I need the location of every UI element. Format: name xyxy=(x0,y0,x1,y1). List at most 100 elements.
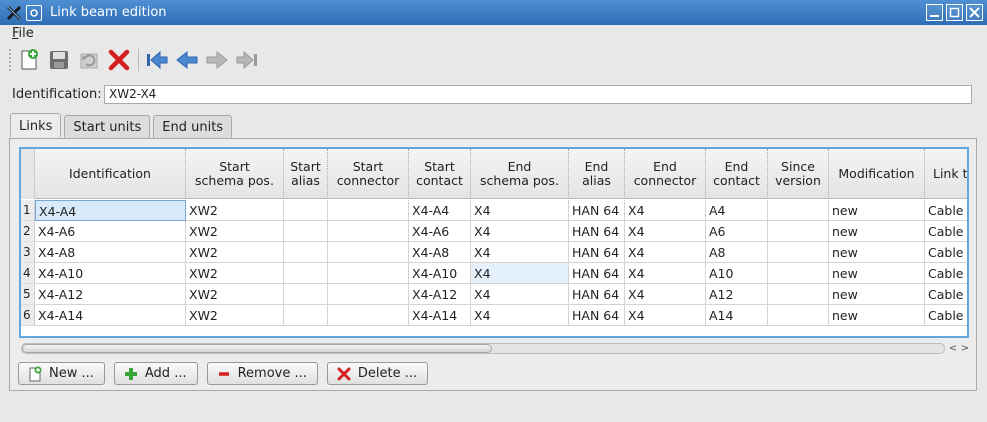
table-cell[interactable]: X4 xyxy=(471,242,569,263)
maximize-button[interactable] xyxy=(946,4,963,21)
table-cell[interactable]: X4 xyxy=(625,200,706,221)
column-header-start-schema-pos[interactable]: Start schema pos. xyxy=(186,149,284,199)
new-document-icon[interactable] xyxy=(16,47,42,73)
table-row[interactable]: 3 X4-A8 XW2 X4-A8 X4 HAN 64 X4 A8 new Ca… xyxy=(21,242,967,263)
table-cell[interactable]: new xyxy=(829,221,925,242)
horizontal-scrollbar[interactable]: < > xyxy=(19,342,971,354)
table-cell[interactable] xyxy=(768,221,829,242)
table-cell[interactable]: Cable I xyxy=(925,221,967,242)
table-cell[interactable]: X4-A10 xyxy=(35,263,186,284)
row-number[interactable]: 6 xyxy=(21,305,35,326)
first-icon[interactable] xyxy=(144,47,170,73)
undo-icon[interactable] xyxy=(76,47,102,73)
previous-icon[interactable] xyxy=(174,47,200,73)
table-cell[interactable] xyxy=(284,305,328,326)
table-cell[interactable]: new xyxy=(829,305,925,326)
row-number[interactable]: 3 xyxy=(21,242,35,263)
last-icon[interactable] xyxy=(234,47,260,73)
table-cell[interactable]: new xyxy=(829,200,925,221)
column-header-end-alias[interactable]: End alias xyxy=(569,149,625,199)
table-cell[interactable]: Cable I xyxy=(925,200,967,221)
column-header-end-contact[interactable]: End contact xyxy=(706,149,768,199)
table-cell[interactable]: A8 xyxy=(706,242,768,263)
remove-button[interactable]: Remove ... xyxy=(206,362,318,385)
table-cell[interactable] xyxy=(328,305,409,326)
table-cell[interactable]: X4-A14 xyxy=(35,305,186,326)
table-cell[interactable]: X4-A14 xyxy=(409,305,471,326)
table-cell[interactable]: X4 xyxy=(625,263,706,284)
table-cell[interactable] xyxy=(284,284,328,305)
new-button[interactable]: New ... xyxy=(18,362,105,385)
table-cell[interactable]: HAN 64 xyxy=(569,221,625,242)
column-header-end-schema-pos[interactable]: End schema pos. xyxy=(471,149,569,199)
table-cell[interactable] xyxy=(284,263,328,284)
table-cell[interactable]: X4 xyxy=(471,263,569,284)
tab-end-units[interactable]: End units xyxy=(153,115,233,138)
add-button[interactable]: Add ... xyxy=(113,362,198,385)
identification-input[interactable]: XW2-X4 xyxy=(104,84,972,104)
toolbar-grip[interactable] xyxy=(8,48,12,72)
table-cell[interactable]: X4 xyxy=(471,284,569,305)
table-cell[interactable] xyxy=(328,263,409,284)
column-header-start-alias[interactable]: Start alias xyxy=(284,149,328,199)
table-cell[interactable] xyxy=(768,284,829,305)
table-cell[interactable]: HAN 64 xyxy=(569,305,625,326)
delete-icon[interactable] xyxy=(106,47,132,73)
table-cell[interactable]: X4 xyxy=(471,200,569,221)
table-cell[interactable]: XW2 xyxy=(186,242,284,263)
window-menu-icon[interactable] xyxy=(26,4,42,21)
table-cell[interactable] xyxy=(284,200,328,221)
table-cell[interactable]: X4-A6 xyxy=(35,221,186,242)
save-icon[interactable] xyxy=(46,47,72,73)
table-cell[interactable] xyxy=(328,242,409,263)
column-header-identification[interactable]: Identification xyxy=(35,149,186,199)
table-cell[interactable]: X4-A12 xyxy=(35,284,186,305)
table-cell[interactable]: A4 xyxy=(706,200,768,221)
links-table[interactable]: Identification Start schema pos. Start a… xyxy=(19,147,969,338)
table-cell[interactable]: XW2 xyxy=(186,200,284,221)
next-icon[interactable] xyxy=(204,47,230,73)
row-number[interactable]: 2 xyxy=(21,221,35,242)
table-cell[interactable] xyxy=(768,242,829,263)
table-cell[interactable]: X4-A10 xyxy=(409,263,471,284)
table-cell[interactable]: Cable I xyxy=(925,305,967,326)
table-cell[interactable]: Cable I xyxy=(925,242,967,263)
table-cell[interactable] xyxy=(768,263,829,284)
table-row[interactable]: 6 X4-A14 XW2 X4-A14 X4 HAN 64 X4 A14 new… xyxy=(21,305,967,326)
table-cell[interactable]: Cable I xyxy=(925,284,967,305)
menu-file[interactable]: File xyxy=(12,25,34,43)
table-cell[interactable]: XW2 xyxy=(186,305,284,326)
table-cell[interactable] xyxy=(328,200,409,221)
row-number[interactable]: 1 xyxy=(21,200,35,221)
table-cell[interactable]: A12 xyxy=(706,284,768,305)
table-cell[interactable]: A6 xyxy=(706,221,768,242)
column-header-modification[interactable]: Modification xyxy=(829,149,925,199)
table-cell[interactable]: X4 xyxy=(625,305,706,326)
minimize-button[interactable] xyxy=(926,4,943,21)
table-cell[interactable] xyxy=(768,200,829,221)
table-cell[interactable]: A14 xyxy=(706,305,768,326)
table-cell[interactable]: new xyxy=(829,263,925,284)
table-cell[interactable]: X4 xyxy=(471,305,569,326)
column-header-start-contact[interactable]: Start contact xyxy=(409,149,471,199)
column-header-since-version[interactable]: Since version xyxy=(768,149,829,199)
table-cell[interactable]: new xyxy=(829,284,925,305)
table-cell[interactable] xyxy=(328,284,409,305)
table-cell[interactable] xyxy=(284,221,328,242)
table-row[interactable]: 4 X4-A10 XW2 X4-A10 X4 HAN 64 X4 A10 new… xyxy=(21,263,967,284)
table-cell[interactable]: HAN 64 xyxy=(569,284,625,305)
column-header-end-connector[interactable]: End connector xyxy=(625,149,706,199)
column-header-link-type[interactable]: Link ty xyxy=(925,149,967,199)
table-corner[interactable] xyxy=(21,149,35,199)
table-cell[interactable]: HAN 64 xyxy=(569,200,625,221)
table-cell[interactable]: X4-A12 xyxy=(409,284,471,305)
scrollbar-track[interactable] xyxy=(21,342,945,354)
table-cell[interactable]: X4-A8 xyxy=(409,242,471,263)
table-cell[interactable]: X4 xyxy=(625,284,706,305)
table-cell[interactable] xyxy=(768,305,829,326)
table-cell[interactable]: XW2 xyxy=(186,263,284,284)
table-cell[interactable]: X4 xyxy=(625,221,706,242)
table-cell[interactable]: HAN 64 xyxy=(569,263,625,284)
scroll-right-icon[interactable]: > xyxy=(959,342,971,354)
table-cell[interactable]: XW2 xyxy=(186,284,284,305)
